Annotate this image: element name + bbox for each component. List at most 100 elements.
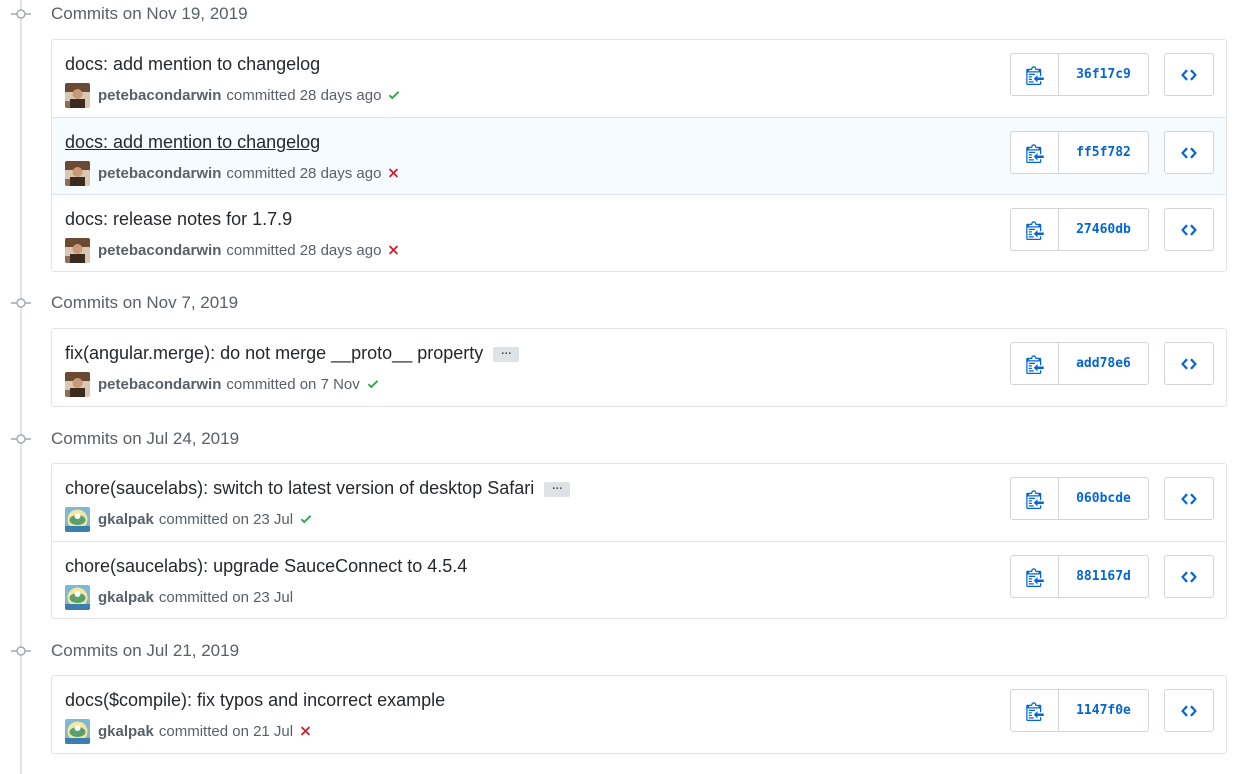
- copy-sha-button[interactable]: [1011, 343, 1059, 384]
- commit-meta: petebacondarwin committed 28 days ago: [65, 237, 400, 263]
- commit-group: Commits on Jul 24, 2019 chore(saucelabs)…: [0, 425, 1248, 619]
- commit-title: chore(saucelabs): switch to latest versi…: [65, 478, 571, 499]
- check-icon: [367, 380, 378, 389]
- commit-title: fix(angular.merge): do not merge __proto…: [65, 343, 520, 364]
- avatar[interactable]: [65, 506, 90, 532]
- commit-meta: petebacondarwin committed 28 days ago: [65, 160, 400, 186]
- avatar[interactable]: [65, 718, 90, 744]
- commit-group: Commits on Nov 7, 2019 fix(angular.merge…: [0, 289, 1248, 407]
- avatar[interactable]: [65, 371, 90, 397]
- avatar[interactable]: [65, 237, 90, 263]
- copy-sha-button[interactable]: [1011, 478, 1059, 519]
- commit-list: docs: add mention to changelog petebacond…: [51, 39, 1227, 272]
- commit-row: docs: add mention to changelog petebacond…: [52, 40, 1226, 117]
- commit-meta: gkalpak committed on 21 Jul: [65, 718, 312, 744]
- copy-sha-button[interactable]: [1011, 209, 1059, 250]
- group-title: Commits on Nov 7, 2019: [51, 293, 239, 312]
- commit-message-link[interactable]: fix(angular.merge): do not merge __proto…: [65, 343, 483, 364]
- avatar[interactable]: [65, 160, 90, 186]
- commit-row: docs: release notes for 1.7.9 petebaconda…: [52, 194, 1226, 271]
- copy-sha-button[interactable]: [1011, 556, 1059, 597]
- author-link[interactable]: petebacondarwin: [98, 165, 221, 182]
- git-commit-icon: [11, 9, 31, 19]
- sha-button-group: add78e6: [1010, 342, 1149, 385]
- clippy-icon: [1025, 220, 1044, 240]
- browse-repo-button[interactable]: [1164, 689, 1214, 732]
- status-success[interactable]: [387, 88, 401, 102]
- author-link[interactable]: gkalpak: [98, 589, 154, 606]
- git-commit-icon: [11, 434, 31, 444]
- code-icon: [1181, 492, 1197, 505]
- browse-repo-button[interactable]: [1164, 555, 1214, 598]
- commit-meta: petebacondarwin committed on 7 Nov: [65, 371, 380, 397]
- browse-repo-button[interactable]: [1164, 208, 1214, 251]
- copy-sha-button[interactable]: [1011, 54, 1059, 95]
- commit-time: committed on 21 Jul: [158, 722, 294, 740]
- group-header: Commits on Jul 24, 2019: [0, 425, 1248, 453]
- code-icon: [1181, 223, 1197, 236]
- code-icon: [1181, 704, 1197, 717]
- author-link[interactable]: gkalpak: [98, 723, 154, 740]
- code-icon: [1181, 68, 1197, 81]
- commit-sha-link[interactable]: 27460db: [1059, 209, 1148, 250]
- commit-list: docs($compile): fix typos and incorrect …: [51, 675, 1227, 754]
- commit-title: docs: add mention to changelog: [65, 132, 320, 153]
- commit-sha-link[interactable]: 881167d: [1059, 556, 1148, 597]
- commit-row: fix(angular.merge): do not merge __proto…: [52, 329, 1226, 406]
- commit-time: committed 28 days ago: [226, 86, 382, 104]
- commit-row: docs($compile): fix typos and incorrect …: [52, 676, 1226, 753]
- sha-button-group: 36f17c9: [1010, 53, 1149, 96]
- commit-time: committed on 7 Nov: [226, 375, 360, 393]
- expand-message-button[interactable]: …: [493, 346, 520, 362]
- clippy-icon: [1025, 354, 1044, 374]
- group-header: Commits on Jul 21, 2019: [0, 637, 1248, 665]
- copy-sha-button[interactable]: [1011, 690, 1059, 731]
- status-failure[interactable]: [387, 243, 400, 257]
- author-link[interactable]: petebacondarwin: [98, 87, 221, 104]
- git-commit-icon: [11, 646, 31, 656]
- code-icon: [1181, 357, 1197, 370]
- commit-time: committed on 23 Jul: [158, 510, 294, 528]
- code-icon: [1181, 146, 1197, 159]
- copy-sha-button[interactable]: [1011, 132, 1059, 173]
- commit-sha-link[interactable]: 36f17c9: [1059, 54, 1148, 95]
- author-link[interactable]: petebacondarwin: [98, 242, 221, 259]
- browse-repo-button[interactable]: [1164, 53, 1214, 96]
- commit-sha-link[interactable]: ff5f782: [1059, 132, 1148, 173]
- clippy-icon: [1025, 65, 1044, 85]
- browse-repo-button[interactable]: [1164, 477, 1214, 520]
- commit-message-link[interactable]: chore(saucelabs): upgrade SauceConnect t…: [65, 556, 467, 577]
- commit-list: chore(saucelabs): switch to latest versi…: [51, 463, 1227, 619]
- commit-history: Commits on Nov 19, 2019 docs: add mentio…: [0, 0, 1248, 774]
- commit-message-link[interactable]: docs: add mention to changelog: [65, 54, 320, 75]
- avatar[interactable]: [65, 82, 90, 108]
- status-success[interactable]: [299, 512, 313, 526]
- commit-list: fix(angular.merge): do not merge __proto…: [51, 328, 1227, 407]
- sha-button-group: 060bcde: [1010, 477, 1149, 520]
- browse-repo-button[interactable]: [1164, 131, 1214, 174]
- commit-title: docs($compile): fix typos and incorrect …: [65, 690, 445, 711]
- git-commit-icon: [11, 298, 31, 308]
- expand-message-button[interactable]: …: [544, 481, 571, 497]
- clippy-icon: [1025, 489, 1044, 509]
- commit-message-link[interactable]: chore(saucelabs): switch to latest versi…: [65, 478, 534, 499]
- author-link[interactable]: gkalpak: [98, 511, 154, 528]
- status-failure[interactable]: [387, 166, 400, 180]
- sha-button-group: 1147f0e: [1010, 689, 1149, 732]
- browse-repo-button[interactable]: [1164, 342, 1214, 385]
- status-failure[interactable]: [299, 724, 312, 738]
- commit-title: chore(saucelabs): upgrade SauceConnect t…: [65, 556, 467, 577]
- status-success[interactable]: [366, 377, 380, 391]
- author-link[interactable]: petebacondarwin: [98, 376, 221, 393]
- commit-sha-link[interactable]: 060bcde: [1059, 478, 1148, 519]
- clippy-icon: [1025, 567, 1044, 587]
- commit-sha-link[interactable]: 1147f0e: [1059, 690, 1148, 731]
- x-icon: [389, 245, 399, 255]
- commit-message-link[interactable]: docs: release notes for 1.7.9: [65, 209, 292, 230]
- group-header: Commits on Nov 19, 2019: [0, 0, 1248, 28]
- commit-message-link[interactable]: docs($compile): fix typos and incorrect …: [65, 690, 445, 711]
- avatar[interactable]: [65, 584, 90, 610]
- commit-sha-link[interactable]: add78e6: [1059, 343, 1148, 384]
- sha-button-group: 27460db: [1010, 208, 1149, 251]
- commit-message-link[interactable]: docs: add mention to changelog: [65, 132, 320, 153]
